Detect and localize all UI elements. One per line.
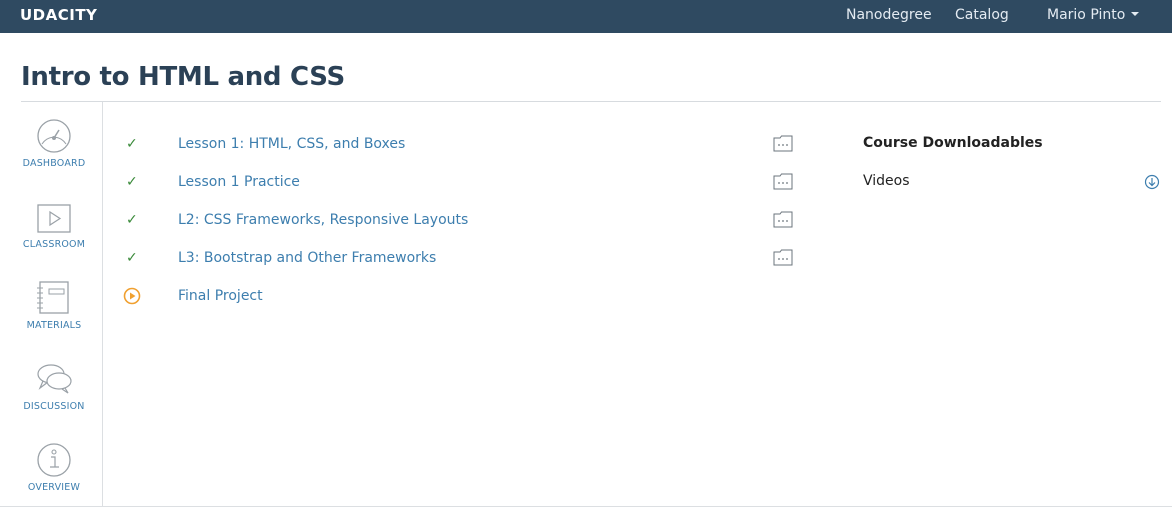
folder-icon[interactable] [773, 211, 793, 228]
chat-bubbles-icon [37, 364, 72, 394]
checkmark-icon: ✓ [126, 250, 138, 266]
folder-icon[interactable] [773, 135, 793, 152]
gauge-icon [37, 119, 71, 153]
play-icon [37, 204, 71, 233]
title-divider [21, 101, 1161, 102]
nav-nanodegree-link[interactable]: Nanodegree [846, 7, 932, 23]
notebook-icon [37, 281, 69, 314]
nav-catalog-link[interactable]: Catalog [955, 7, 1009, 23]
lesson-row: Final Project [118, 285, 798, 311]
top-navbar: UDACITY Nanodegree Catalog Mario Pinto [0, 0, 1172, 33]
checkmark-icon: ✓ [126, 136, 138, 152]
lesson-row: ✓ Lesson 1: HTML, CSS, and Boxes [118, 133, 798, 159]
sidebar-item-dashboard[interactable]: DASHBOARD [0, 118, 103, 198]
lesson-link[interactable]: Lesson 1: HTML, CSS, and Boxes [178, 136, 405, 152]
lesson-row: ✓ L3: Bootstrap and Other Frameworks [118, 247, 798, 273]
sidebar-item-materials[interactable]: MATERIALS [0, 280, 103, 360]
user-name: Mario Pinto [1047, 7, 1126, 23]
lesson-link[interactable]: L2: CSS Frameworks, Responsive Layouts [178, 212, 468, 228]
lesson-link[interactable]: L3: Bootstrap and Other Frameworks [178, 250, 436, 266]
udacity-logo[interactable]: UDACITY [20, 6, 97, 24]
caret-down-icon [1131, 12, 1140, 16]
sidebar-label-dashboard: DASHBOARD [22, 158, 86, 169]
sidebar-label-classroom: CLASSROOM [22, 239, 86, 250]
info-icon [37, 443, 71, 477]
sidebar-item-classroom[interactable]: CLASSROOM [0, 199, 103, 279]
download-item-label: Videos [863, 173, 910, 189]
lesson-row: ✓ Lesson 1 Practice [118, 171, 798, 197]
folder-icon[interactable] [773, 249, 793, 266]
lesson-link[interactable]: Final Project [178, 288, 263, 304]
page-title: Intro to HTML and CSS [21, 62, 345, 92]
play-circle-icon [123, 287, 141, 305]
checkmark-icon: ✓ [126, 212, 138, 228]
download-icon[interactable] [1144, 174, 1160, 190]
bottom-divider [0, 506, 1172, 507]
sidebar-label-discussion: DISCUSSION [23, 401, 85, 412]
sidebar-item-discussion[interactable]: DISCUSSION [0, 361, 103, 441]
user-menu-dropdown[interactable]: Mario Pinto [1047, 7, 1140, 23]
lesson-row: ✓ L2: CSS Frameworks, Responsive Layouts [118, 209, 798, 235]
folder-icon[interactable] [773, 173, 793, 190]
lesson-link[interactable]: Lesson 1 Practice [178, 174, 300, 190]
sidebar-label-overview: OVERVIEW [27, 482, 81, 493]
downloads-heading: Course Downloadables [863, 135, 1043, 151]
sidebar-label-materials: MATERIALS [26, 320, 82, 331]
sidebar-item-overview[interactable]: OVERVIEW [0, 442, 103, 508]
course-sidebar: DASHBOARD CLASSROOM MATERIALS DISCUSSION [0, 102, 103, 506]
checkmark-icon: ✓ [126, 174, 138, 190]
